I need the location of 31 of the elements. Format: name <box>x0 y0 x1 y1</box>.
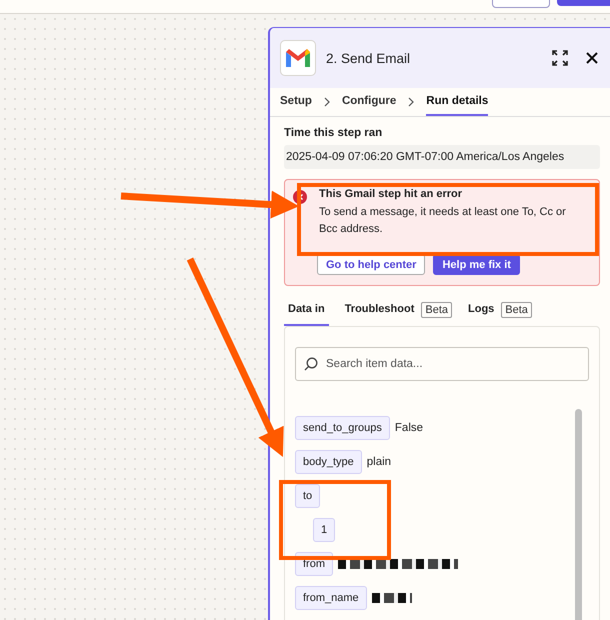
beta-badge: Beta <box>421 302 452 318</box>
chevron-icon <box>408 97 414 107</box>
error-title: This Gmail step hit an error <box>319 188 464 200</box>
error-icon <box>293 190 307 204</box>
close-icon[interactable] <box>586 52 598 64</box>
scrollbar[interactable] <box>575 409 585 620</box>
help-button[interactable]: Go to help center <box>317 254 426 275</box>
step-tab[interactable]: Configure <box>342 88 396 116</box>
field-label: Time this step ran <box>284 127 384 139</box>
data-key[interactable]: to <box>295 484 320 508</box>
data-value: plain <box>366 456 392 468</box>
data-key[interactable]: from_name <box>295 586 367 610</box>
data-tab[interactable]: Logs <box>464 294 498 326</box>
data-tab[interactable]: Troubleshoot <box>340 294 418 326</box>
chevron-icon <box>324 97 330 107</box>
data-value: False <box>394 422 424 434</box>
step-tab[interactable]: Setup <box>280 88 312 116</box>
data-key[interactable]: body_type <box>295 450 362 474</box>
data-key[interactable]: send_to_groups <box>295 416 390 440</box>
beta-badge: Beta <box>501 302 532 318</box>
mail-icon <box>280 40 316 76</box>
time-value: 2025-04-09 07:06:20 GMT-07:00 America/Los Angeles <box>284 145 600 169</box>
step-tab[interactable]: Run details <box>426 88 488 116</box>
search-field[interactable]: Search item data... <box>295 347 589 381</box>
data-key[interactable]: 1 <box>313 518 336 542</box>
panel-title: 2. Send Email <box>326 50 412 66</box>
data-tab[interactable]: Data in <box>284 294 329 326</box>
expand-icon[interactable] <box>552 50 568 66</box>
fix-button[interactable]: Help me fix it <box>433 254 520 275</box>
redacted-value <box>372 593 412 603</box>
error-message: To send a message, it needs at least one To, Cc or Bcc address. <box>319 205 567 237</box>
